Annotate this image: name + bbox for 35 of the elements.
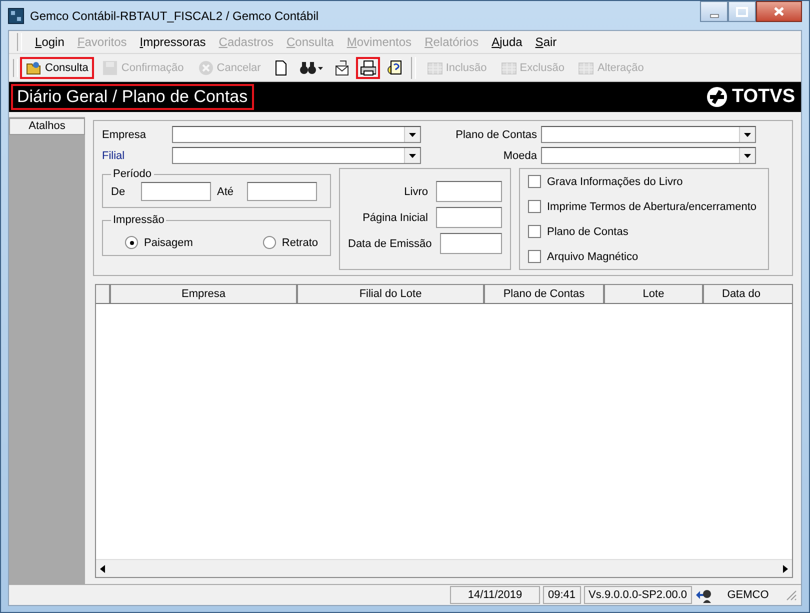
menu-item[interactable]: Login: [35, 35, 64, 49]
checkbox-label: Imprime Termos de Abertura/encerramento: [547, 200, 756, 212]
checkbox-label: Grava Informações do Livro: [547, 176, 683, 188]
column-header[interactable]: Filial do Lote: [298, 285, 485, 303]
field-label: Empresa: [102, 128, 148, 140]
field-label: Moeda: [502, 150, 537, 162]
column-header[interactable]: Lote: [605, 285, 704, 303]
field-label: Plano de Contas: [454, 128, 537, 140]
column-header[interactable]: Empresa: [111, 285, 298, 303]
column-header[interactable]: Plano de Contas: [485, 285, 605, 303]
status-time: 09:41: [543, 586, 581, 604]
menu-item[interactable]: Impressoras: [140, 35, 206, 49]
field-label: Data de Emissão: [348, 238, 432, 250]
field-label: Até: [217, 186, 235, 198]
page-title: Diário Geral / Plano de Contas: [11, 84, 254, 110]
toolbar-button[interactable]: Consulta: [20, 56, 94, 78]
group-title: Período: [112, 168, 153, 180]
menu-item[interactable]: Sair: [535, 35, 557, 49]
status-user: GEMCO: [726, 588, 770, 603]
status-version: Vs.9.0.0.0-SP2.00.0: [584, 586, 692, 604]
field-label: Filial: [102, 150, 126, 162]
logo-text: TOTVS: [732, 86, 795, 108]
window-title: Gemco Contábil-RBTAUT_FISCAL2 / Gemco Contábil: [30, 8, 320, 22]
field-label: Livro: [404, 186, 428, 198]
sidebar-tab[interactable]: Atalhos: [9, 118, 85, 135]
status-date: 14/11/2019: [450, 586, 540, 604]
group-title: Impressão: [112, 214, 166, 226]
column-header[interactable]: Data do: [704, 285, 792, 303]
radio-label: Paisagem: [144, 236, 193, 248]
checkbox-label: Plano de Contas: [547, 226, 628, 238]
menu-item[interactable]: Ajuda: [492, 35, 522, 49]
checkbox-label: Arquivo Magnético: [547, 250, 638, 262]
field-label: Página Inicial: [362, 212, 428, 224]
radio-label: Retrato: [282, 236, 318, 248]
field-label: De: [111, 186, 126, 198]
